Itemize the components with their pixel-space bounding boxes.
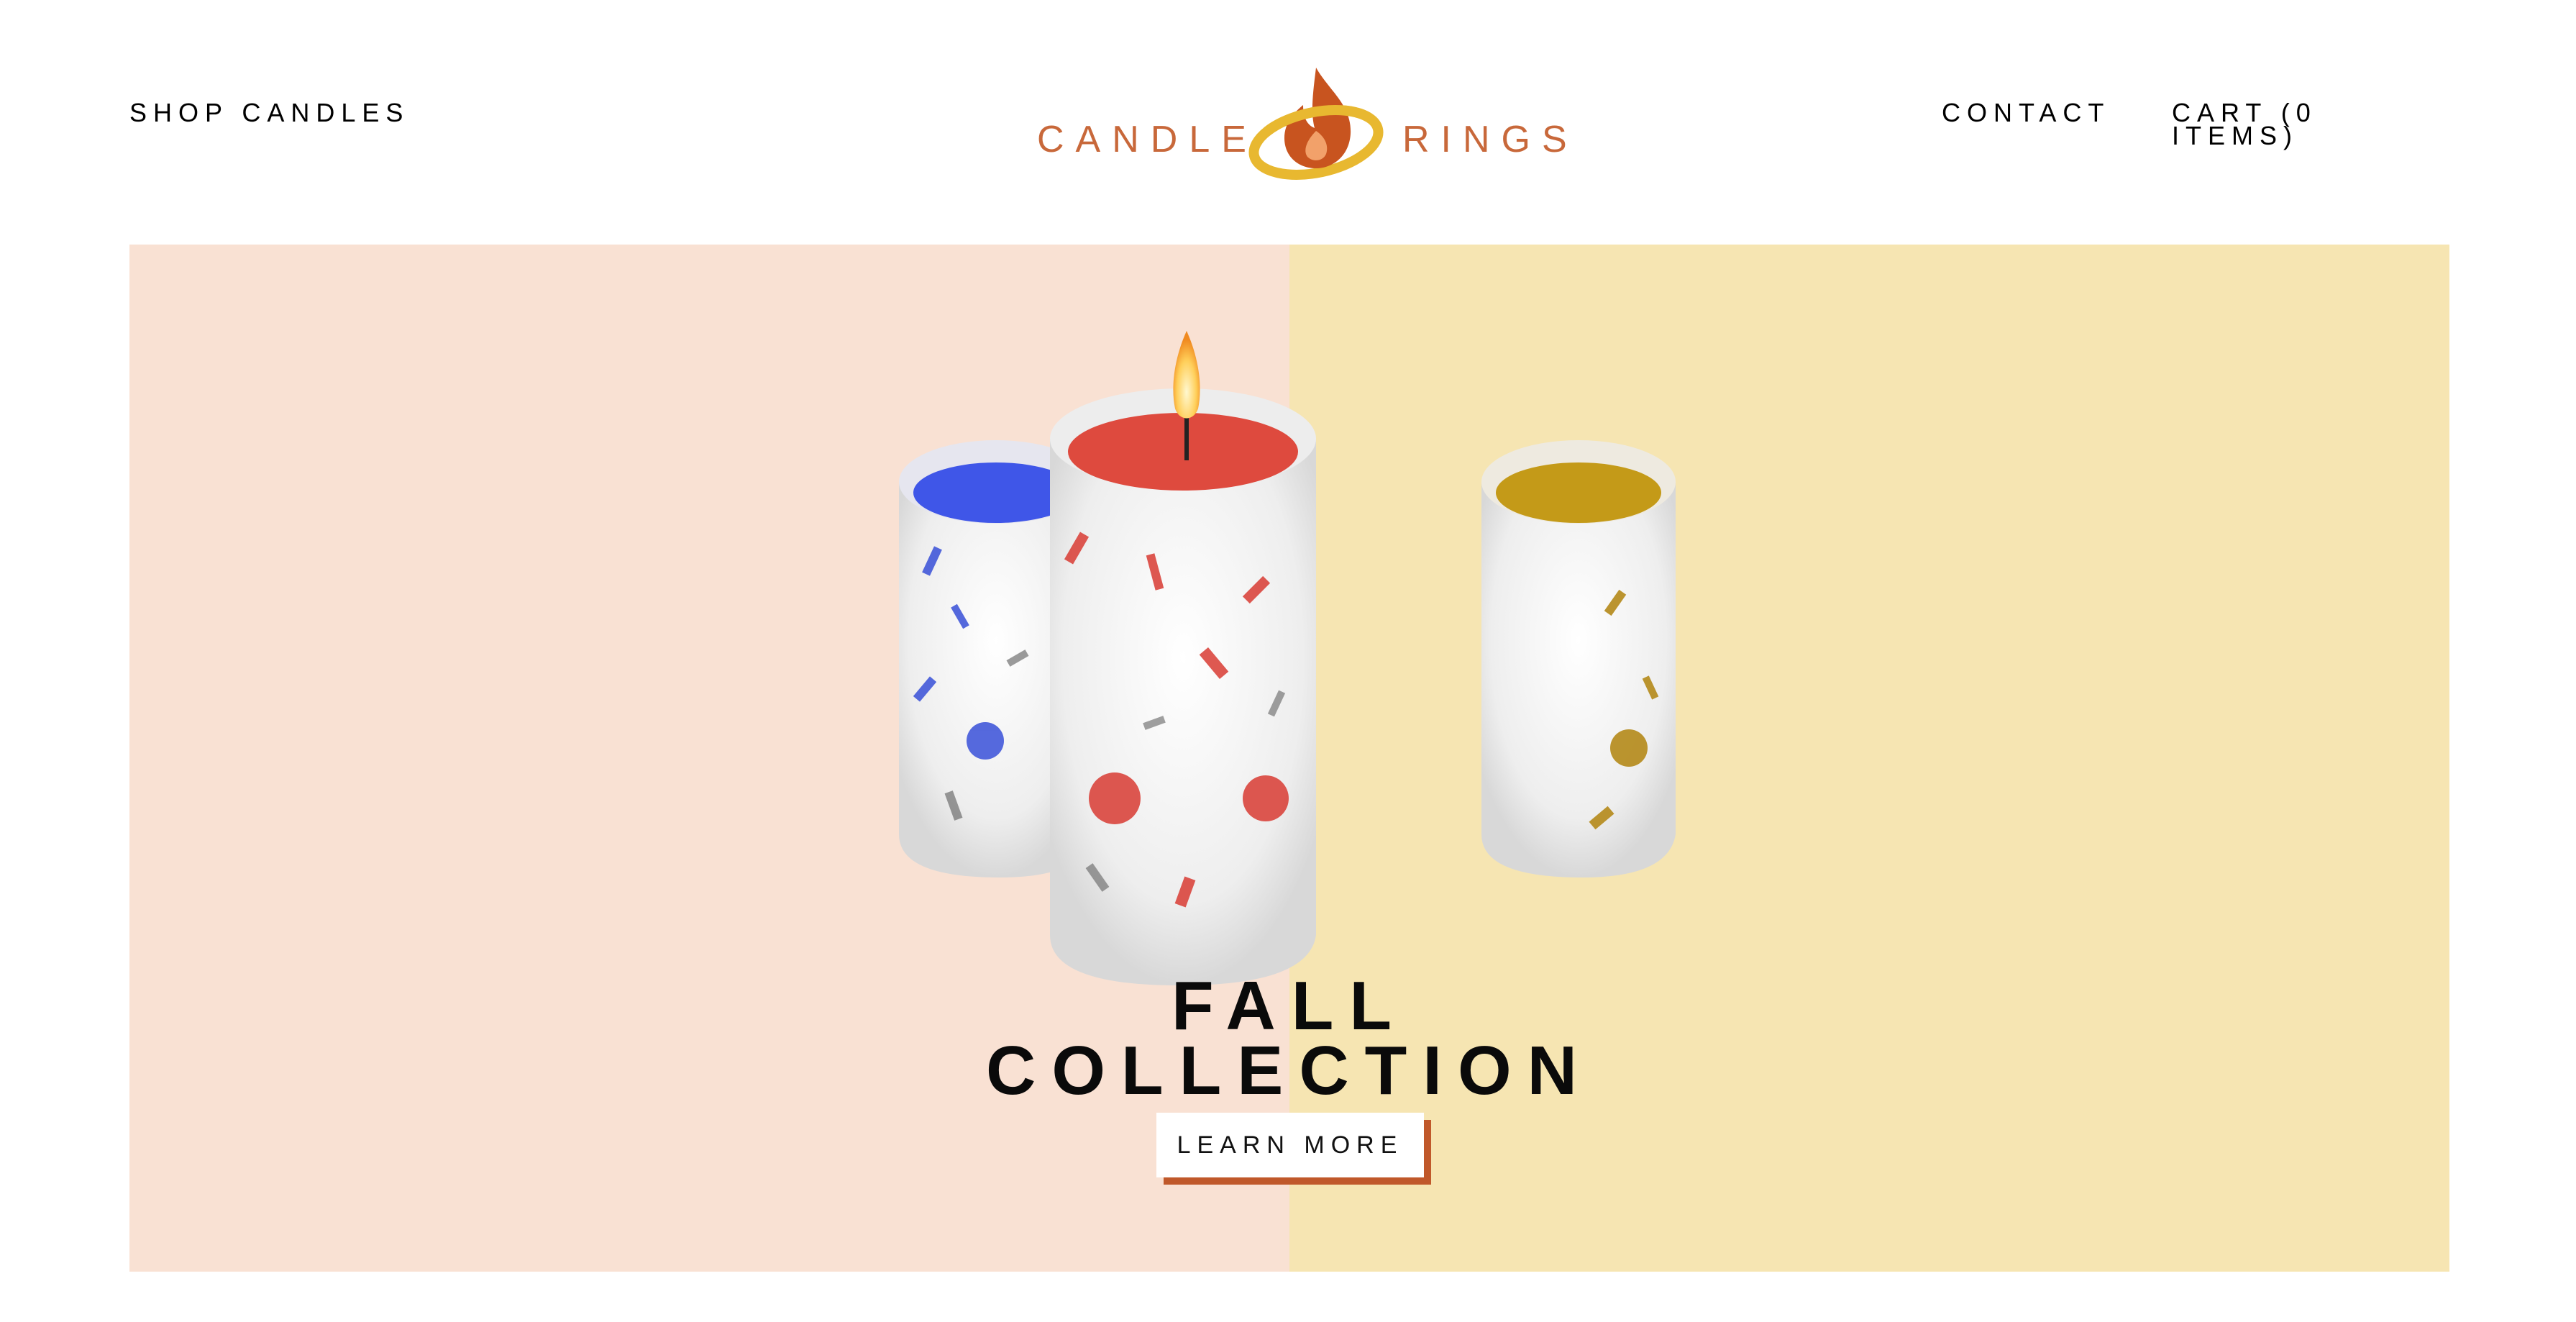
learn-more-button[interactable]: LEARN MORE: [1156, 1113, 1424, 1177]
hero-title: FALL COLLECTION: [129, 967, 2449, 1110]
logo-word-rings: RINGS: [1402, 119, 1579, 160]
yellow-candle: [1481, 440, 1676, 877]
red-candle: [1050, 331, 1316, 985]
hero-title-line-1: FALL: [1171, 967, 1407, 1045]
nav-contact[interactable]: CONTACT: [1942, 100, 2110, 126]
nav-shop-candles[interactable]: SHOP CANDLES: [129, 100, 409, 126]
logo-word-candle: CANDLE: [1037, 119, 1258, 160]
hero-banner: FALL COLLECTION LEARN MORE: [129, 245, 2449, 1272]
nav-cart[interactable]: CART (0 ITEMS): [2172, 100, 2352, 149]
hero-title-line-2: COLLECTION: [986, 1032, 1593, 1110]
learn-more-button-wrap: LEARN MORE: [1156, 1113, 1431, 1185]
logo[interactable]: CANDLE RINGS: [1028, 62, 1567, 184]
flame-ring-logo-icon: [1248, 68, 1384, 180]
